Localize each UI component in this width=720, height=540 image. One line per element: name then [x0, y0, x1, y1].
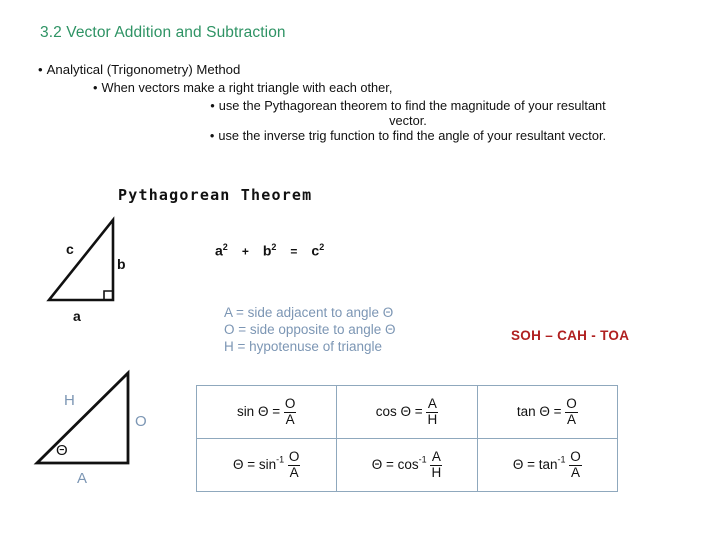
fraction: O A — [565, 397, 578, 426]
trig-formula-table: sin Θ = O A cos Θ = A H tan Θ = O A Θ = … — [195, 385, 619, 492]
trig-triangle-label-o: O — [135, 413, 147, 430]
triangle-label-c: c — [66, 241, 74, 257]
fraction-numerator: O — [283, 396, 297, 413]
formula-lead: Θ = cos — [371, 457, 419, 473]
definition-adjacent: A = side adjacent to angle Θ — [224, 305, 394, 320]
pythagorean-equation: a2 + b2 = c2 — [215, 242, 324, 259]
equation-exp-a: 2 — [222, 242, 228, 252]
bullet-glyph-icon: • — [93, 80, 98, 95]
definition-opposite: O = side opposite to angle Θ — [224, 322, 396, 337]
bullet-glyph-icon: • — [38, 62, 43, 77]
equation-exp-b: 2 — [271, 242, 277, 252]
inverse-exponent: -1 — [418, 455, 427, 466]
formula-lead: tan Θ = — [516, 404, 562, 420]
triangle-label-b: b — [117, 256, 126, 272]
definition-hypotenuse: H = hypotenuse of triangle — [224, 339, 382, 354]
table-cell-arcsin: Θ = sin-1 O A — [195, 438, 338, 492]
fraction-numerator: O — [287, 449, 301, 466]
bullet-level2: • When vectors make a right triangle with… — [93, 80, 688, 95]
slide-canvas: 3.2 Vector Addition and Subtraction • Ana… — [0, 0, 720, 540]
page-title: 3.2 Vector Addition and Subtraction — [40, 24, 286, 41]
equation-equals: = — [290, 244, 298, 259]
fraction: A H — [430, 449, 443, 480]
formula-lead: sin Θ = — [236, 404, 281, 420]
table-cell-arctan: Θ = tan-1 O A — [476, 438, 619, 492]
fraction-denominator: A — [285, 411, 295, 427]
bullet-level3-b-text: use the inverse trig function to find th… — [218, 128, 607, 143]
trig-triangle-label-h: H — [64, 392, 75, 409]
formula-lead: Θ = tan — [512, 457, 558, 473]
bullet-list: • Analytical (Trigonometry) Method • When … — [38, 62, 688, 143]
fraction-denominator: H — [431, 464, 442, 480]
pythagorean-triangle-diagram — [46, 216, 115, 302]
equation-plus: + — [241, 244, 249, 259]
bullet-level1-text: Analytical (Trigonometry) Method — [46, 62, 241, 77]
bullet-level3-a-line1: use the Pythagorean theorem to find the … — [218, 98, 606, 113]
trig-triangle-angle-theta: Θ — [56, 442, 68, 459]
table-cell-tan: tan Θ = O A — [476, 385, 619, 439]
formula-lead: Θ = sin — [232, 457, 277, 473]
bullet-level3-a-line2: vector. — [389, 113, 427, 128]
table-row: sin Θ = O A cos Θ = A H tan Θ = O A — [195, 385, 619, 439]
fraction-denominator: H — [427, 411, 438, 427]
table-cell-arccos: Θ = cos-1 A H — [336, 438, 478, 492]
fraction: O A — [569, 450, 582, 479]
bullet-level3-a: • use the Pythagorean theorem to find the… — [128, 98, 688, 113]
table-row: Θ = sin-1 O A Θ = cos-1 A H Θ = tan-1 O … — [195, 438, 619, 492]
table-cell-cos: cos Θ = A H — [336, 385, 478, 439]
fraction-numerator: O — [565, 396, 578, 413]
inverse-exponent: -1 — [557, 455, 566, 466]
bullet-glyph-icon: • — [209, 128, 215, 143]
triangle-label-a: a — [73, 308, 81, 324]
bullet-level3-b: • use the inverse trig function to find t… — [128, 128, 688, 143]
bullet-level1: • Analytical (Trigonometry) Method — [38, 62, 688, 77]
fraction-denominator: A — [567, 411, 577, 427]
bullet-glyph-icon: • — [210, 98, 215, 113]
soh-cah-toa-mnemonic: SOH – CAH - TOA — [511, 328, 630, 343]
fraction-numerator: A — [426, 396, 439, 413]
trig-triangle-label-a: A — [77, 470, 88, 487]
equation-exp-c: 2 — [319, 242, 325, 252]
fraction: A H — [426, 396, 439, 427]
fraction-numerator: A — [430, 449, 443, 466]
bullet-level3-group: • use the Pythagorean theorem to find the… — [38, 98, 688, 143]
equation-term-a: a — [215, 242, 223, 259]
fraction-numerator: O — [569, 449, 582, 466]
trig-definitions: A = side adjacent to angle Θ O = side op… — [224, 304, 396, 355]
bullet-level2-text: When vectors make a right triangle with … — [101, 80, 393, 95]
table-cell-sin: sin Θ = O A — [195, 385, 338, 439]
formula-lead: cos Θ = — [375, 404, 423, 420]
inverse-exponent: -1 — [276, 455, 285, 466]
fraction-denominator: A — [289, 464, 299, 480]
fraction-denominator: A — [571, 464, 581, 480]
pythagorean-theorem-heading: Pythagorean Theorem — [118, 186, 313, 204]
fraction: O A — [283, 396, 297, 427]
fraction: O A — [287, 449, 301, 480]
trig-triangle-diagram — [33, 369, 130, 465]
